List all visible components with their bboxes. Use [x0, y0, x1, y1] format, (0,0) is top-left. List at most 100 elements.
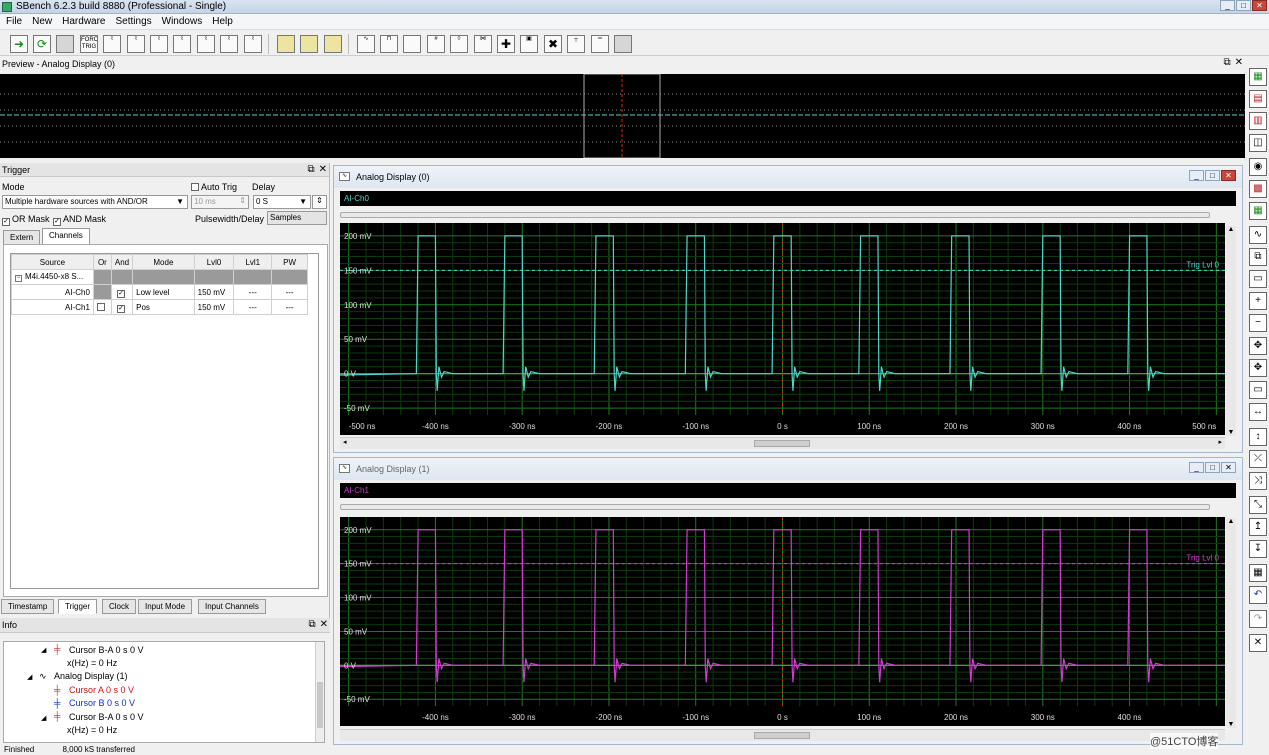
save-icon[interactable]: [324, 35, 342, 53]
paste-icon[interactable]: ▭: [1249, 270, 1267, 288]
pulsewidth-unit-select[interactable]: Samples: [267, 211, 327, 225]
fit-y-icon[interactable]: ▭: [1249, 381, 1267, 399]
pan-up-icon[interactable]: ↥: [1249, 518, 1267, 536]
horizontal-scrollbar[interactable]: [340, 729, 1225, 741]
analog-plot-1[interactable]: 200 mV 150 mV 100 mV 50 mV 0 V -50 mV -400 ns -…: [340, 517, 1225, 726]
cursor-mode-icon[interactable]: ▥: [1249, 112, 1267, 130]
close-button[interactable]: ✕: [1221, 170, 1236, 181]
mode-select[interactable]: Multiple hardware sources with AND/OR ▼: [2, 195, 188, 209]
overview-scrollbar[interactable]: [340, 504, 1210, 510]
or-mask-checkbox[interactable]: ✓: [2, 218, 10, 226]
layout-grid-icon[interactable]: ▦: [1249, 564, 1267, 582]
minimize-button[interactable]: _: [1189, 462, 1204, 473]
trigger-mode-3-icon[interactable]: ⌇: [150, 35, 168, 53]
horizontal-scrollbar[interactable]: ◂ ▸: [340, 437, 1225, 449]
cursor-icon[interactable]: ✚: [497, 35, 515, 53]
tab-extern[interactable]: Extern: [3, 230, 41, 245]
zoom-out-icon[interactable]: −: [1249, 314, 1267, 332]
trigger-mode-4-icon[interactable]: ⌇: [173, 35, 191, 53]
minimize-button[interactable]: _: [1220, 0, 1235, 11]
import-icon[interactable]: [300, 35, 318, 53]
pan-down-icon[interactable]: ↧: [1249, 540, 1267, 558]
close-button[interactable]: ✕: [1221, 462, 1236, 473]
close-all-icon[interactable]: ✕: [1249, 634, 1267, 652]
layout-3-icon[interactable]: [614, 35, 632, 53]
markers-icon[interactable]: ▩: [1249, 180, 1267, 198]
stop-icon[interactable]: [56, 35, 74, 53]
lvl0-cell[interactable]: 150 mV: [193, 284, 235, 300]
compress-x-icon[interactable]: ⤫: [1249, 450, 1267, 468]
close-button[interactable]: ✕: [1252, 0, 1267, 11]
layout-1-icon[interactable]: ┬: [567, 35, 585, 53]
histogram-icon[interactable]: ◊: [450, 35, 468, 53]
and-checkbox[interactable]: ✓: [117, 304, 125, 313]
channels-icon[interactable]: ▦: [1249, 202, 1267, 220]
redo-icon[interactable]: ↷: [1249, 610, 1267, 628]
fit-x-icon[interactable]: ✥: [1249, 359, 1267, 377]
float-icon[interactable]: ⧉: [1223, 57, 1230, 68]
grid-icon[interactable]: ▦: [1249, 68, 1267, 86]
table-row[interactable]: AI-Ch1 ✓ Pos 150 mV --- ---: [11, 299, 308, 315]
waterfall-icon[interactable]: ⋈: [474, 35, 492, 53]
trigger-mode-6-icon[interactable]: ⌇: [220, 35, 238, 53]
lvl1-cell[interactable]: ---: [233, 284, 273, 300]
measure-icon[interactable]: ◫: [1249, 134, 1267, 152]
export-icon[interactable]: [277, 35, 295, 53]
auto-trig-checkbox[interactable]: [191, 183, 199, 191]
analog-display-icon[interactable]: ∿: [357, 35, 375, 53]
preview-plot[interactable]: [0, 73, 1245, 159]
maximize-button[interactable]: □: [1236, 0, 1251, 11]
fit-all-icon[interactable]: ✥: [1249, 337, 1267, 355]
pw-cell[interactable]: ---: [271, 284, 308, 300]
minimize-button[interactable]: _: [1189, 170, 1204, 181]
continuous-icon[interactable]: ⟳: [33, 35, 51, 53]
channel-label[interactable]: AI-Ch1: [344, 486, 369, 495]
menu-help[interactable]: Help: [206, 14, 237, 29]
mode-cell[interactable]: Pos: [132, 299, 195, 315]
analog-icon[interactable]: ∿: [1249, 226, 1267, 244]
table-row[interactable]: AI-Ch0 ✓ Low level 150 mV --- ---: [11, 284, 308, 300]
trigger-mode-7-icon[interactable]: ⌇: [244, 35, 262, 53]
float-icon[interactable]: ⧉: [307, 164, 314, 175]
close-icon[interactable]: ✕: [320, 619, 328, 630]
digital-display-icon[interactable]: ⊓: [380, 35, 398, 53]
and-mask-checkbox[interactable]: ✓: [53, 218, 61, 226]
tab-timestamp[interactable]: Timestamp: [1, 599, 55, 614]
vertical-scrollbar[interactable]: ▲ ▼: [1226, 518, 1236, 728]
tab-input-channels[interactable]: Input Channels: [198, 599, 266, 614]
copy-icon[interactable]: ⧉: [1249, 248, 1267, 266]
expand-y-icon[interactable]: ↕: [1249, 428, 1267, 446]
menu-file[interactable]: File: [0, 14, 26, 29]
force-trigger-button[interactable]: FORCE TRIG: [80, 35, 98, 53]
collapse-icon[interactable]: −: [15, 275, 22, 282]
maximize-button[interactable]: □: [1205, 462, 1220, 473]
menu-new[interactable]: New: [26, 14, 56, 29]
xy-display-icon[interactable]: #: [427, 35, 445, 53]
close-icon[interactable]: ✕: [319, 164, 327, 175]
tab-trigger[interactable]: Trigger: [58, 599, 98, 614]
float-icon[interactable]: ⧉: [308, 619, 315, 630]
tab-channels[interactable]: Channels: [42, 228, 90, 245]
channel-label[interactable]: AI-Ch0: [344, 194, 369, 203]
delete-icon[interactable]: ✖: [544, 35, 562, 53]
mode-cell[interactable]: Low level: [132, 284, 195, 300]
view-icon[interactable]: ◉: [1249, 158, 1267, 176]
lvl0-cell[interactable]: 150 mV: [193, 299, 235, 315]
tab-input-mode[interactable]: Input Mode: [138, 599, 193, 614]
or-cell[interactable]: [92, 284, 112, 300]
overview-scrollbar[interactable]: [340, 212, 1210, 218]
shrink-icon[interactable]: ⤡: [1249, 496, 1267, 514]
or-checkbox[interactable]: [97, 302, 106, 311]
analog-plot-0[interactable]: 200 mV 150 mV 100 mV 50 mV 0 V -50 mV -500 ns -…: [340, 223, 1225, 435]
and-checkbox[interactable]: ✓: [117, 289, 125, 298]
menu-windows[interactable]: Windows: [156, 14, 207, 29]
zoom-box-icon[interactable]: ▣: [520, 35, 538, 53]
expand-x-icon[interactable]: ↔: [1249, 403, 1267, 421]
fft-display-icon[interactable]: ⌒: [403, 35, 421, 53]
trigger-mode-2-icon[interactable]: ⌇: [127, 35, 145, 53]
info-scrollbar[interactable]: [315, 642, 324, 742]
menu-hardware[interactable]: Hardware: [56, 14, 109, 29]
close-icon[interactable]: ✕: [1235, 57, 1243, 68]
layout-2-icon[interactable]: ═: [591, 35, 609, 53]
zoom-in-icon[interactable]: +: [1249, 292, 1267, 310]
